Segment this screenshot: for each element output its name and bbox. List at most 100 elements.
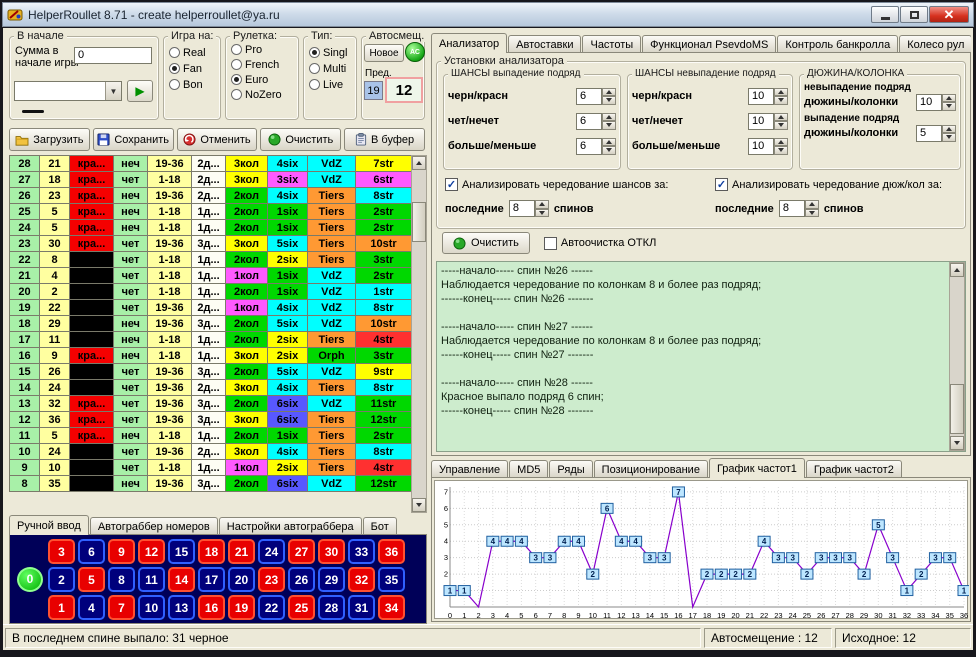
number-24-button[interactable]: 24 <box>258 539 285 564</box>
autoclear-checkbox[interactable]: Автоочистка ОТКЛ <box>544 237 656 250</box>
tab-bankroll-control[interactable]: Контроль банкролла <box>777 35 898 53</box>
black-red-hit-spinner[interactable]: 6 <box>576 88 616 105</box>
alt-dozens-checkbox[interactable]: ✓ Анализировать чередование дюж/кол за: <box>715 178 942 191</box>
tab-analyzer[interactable]: Анализатор <box>431 33 507 53</box>
number-19-button[interactable]: 19 <box>228 595 255 620</box>
spin-up-button[interactable] <box>942 94 956 103</box>
log-scrollbar[interactable] <box>949 262 965 451</box>
number-34-button[interactable]: 34 <box>378 595 405 620</box>
number-20-button[interactable]: 20 <box>228 567 255 592</box>
number-6-button[interactable]: 6 <box>78 539 105 564</box>
spin-up-button[interactable] <box>602 113 616 122</box>
copy-to-buffer-button[interactable]: В буфер <box>344 128 425 151</box>
tab-frequency-chart1[interactable]: График частот1 <box>709 458 805 478</box>
number-21-button[interactable]: 21 <box>228 539 255 564</box>
type-option-multi[interactable]: Multi <box>309 62 356 75</box>
number-36-button[interactable]: 36 <box>378 539 405 564</box>
spin-down-button[interactable] <box>774 121 788 130</box>
spin-up-button[interactable] <box>602 138 616 147</box>
tab-frequency-chart2[interactable]: График частот2 <box>806 460 902 478</box>
number-22-button[interactable]: 22 <box>258 595 285 620</box>
collapse-handle[interactable] <box>22 110 44 113</box>
title-bar[interactable]: HelperRoullet 8.71 - create helperroulle… <box>2 2 974 27</box>
number-30-button[interactable]: 30 <box>318 539 345 564</box>
game-option-fan[interactable]: Fan <box>169 62 220 75</box>
analyzer-log[interactable]: -----начало----- спин №26 ------Наблюдае… <box>436 261 966 452</box>
number-8-button[interactable]: 8 <box>108 567 135 592</box>
start-sum-input[interactable]: 0 <box>74 47 152 64</box>
roulette-option-pro[interactable]: Pro <box>231 43 298 56</box>
tab-frequencies[interactable]: Частоты <box>582 35 641 53</box>
number-9-button[interactable]: 9 <box>108 539 135 564</box>
spin-down-button[interactable] <box>774 146 788 155</box>
spin-down-button[interactable] <box>942 133 956 142</box>
number-3-button[interactable]: 3 <box>48 539 75 564</box>
high-low-miss-spinner[interactable]: 10 <box>748 138 788 155</box>
game-option-real[interactable]: Real <box>169 46 220 59</box>
roulette-option-euro[interactable]: Euro <box>231 73 298 86</box>
new-button[interactable]: Новое <box>364 44 404 62</box>
spin-down-button[interactable] <box>942 102 956 111</box>
scroll-thumb[interactable] <box>412 202 426 242</box>
number-1-button[interactable]: 1 <box>48 595 75 620</box>
chevron-down-icon[interactable]: ▼ <box>105 82 121 100</box>
spin-up-button[interactable] <box>774 138 788 147</box>
number-25-button[interactable]: 25 <box>288 595 315 620</box>
spin-up-button[interactable] <box>602 88 616 97</box>
number-13-button[interactable]: 13 <box>168 595 195 620</box>
scroll-thumb[interactable] <box>950 384 964 434</box>
tab-md5[interactable]: MD5 <box>509 460 548 478</box>
scroll-down-button[interactable] <box>412 498 426 512</box>
number-28-button[interactable]: 28 <box>318 595 345 620</box>
spin-down-button[interactable] <box>602 121 616 130</box>
number-10-button[interactable]: 10 <box>138 595 165 620</box>
save-button[interactable]: Сохранить <box>93 128 174 151</box>
tab-management[interactable]: Управление <box>431 460 508 478</box>
game-option-bon[interactable]: Bon <box>169 78 220 91</box>
number-26-button[interactable]: 26 <box>288 567 315 592</box>
close-button[interactable]: ✕ <box>929 6 969 23</box>
ac-button[interactable]: АС <box>405 42 425 62</box>
roulette-option-nozero[interactable]: NoZero <box>231 88 298 101</box>
number-23-button[interactable]: 23 <box>258 567 285 592</box>
roulette-option-french[interactable]: French <box>231 58 298 71</box>
number-31-button[interactable]: 31 <box>348 595 375 620</box>
type-option-live[interactable]: Live <box>309 78 356 91</box>
spin-down-button[interactable] <box>535 209 549 218</box>
maximize-button[interactable] <box>900 6 928 23</box>
spin-up-button[interactable] <box>535 200 549 209</box>
tab-wheel[interactable]: Колесо рул <box>899 35 971 53</box>
spin-up-button[interactable] <box>774 113 788 122</box>
number-4-button[interactable]: 4 <box>78 595 105 620</box>
tab-number-grabber[interactable]: Автограббер номеров <box>90 517 218 535</box>
history-scrollbar[interactable] <box>411 155 427 513</box>
tab-autobets[interactable]: Автоставки <box>508 35 581 53</box>
prev-value-field[interactable]: 19 <box>364 81 383 100</box>
number-0-button[interactable]: 0 <box>17 567 43 592</box>
even-odd-hit-spinner[interactable]: 6 <box>576 113 616 130</box>
analyzer-clear-button[interactable]: Очистить <box>442 232 530 254</box>
dozen-hit-spinner[interactable]: 5 <box>916 125 956 142</box>
number-7-button[interactable]: 7 <box>108 595 135 620</box>
type-option-singl[interactable]: Singl <box>309 46 356 59</box>
history-combobox[interactable]: ▼ <box>14 81 122 101</box>
dozen-miss-spinner[interactable]: 10 <box>916 94 956 111</box>
tab-grabber-settings[interactable]: Настройки автограббера <box>219 517 362 535</box>
scroll-down-button[interactable] <box>950 436 964 450</box>
number-14-button[interactable]: 14 <box>168 567 195 592</box>
scroll-up-button[interactable] <box>950 263 964 277</box>
tab-positioning[interactable]: Позиционирование <box>594 460 708 478</box>
tab-psevdoms[interactable]: Функционал PsevdoMS <box>642 35 776 53</box>
number-27-button[interactable]: 27 <box>288 539 315 564</box>
tab-rows[interactable]: Ряды <box>549 460 592 478</box>
alt-dozens-spinner[interactable]: 8 <box>779 200 819 217</box>
minimize-button[interactable] <box>871 6 899 23</box>
alt-chances-checkbox[interactable]: ✓ Анализировать чередование шансов за: <box>445 178 668 191</box>
clear-button[interactable]: Очистить <box>260 128 341 151</box>
alt-chances-spinner[interactable]: 8 <box>509 200 549 217</box>
spin-up-button[interactable] <box>774 88 788 97</box>
number-5-button[interactable]: 5 <box>78 567 105 592</box>
even-odd-miss-spinner[interactable]: 10 <box>748 113 788 130</box>
spin-down-button[interactable] <box>602 146 616 155</box>
number-33-button[interactable]: 33 <box>348 539 375 564</box>
